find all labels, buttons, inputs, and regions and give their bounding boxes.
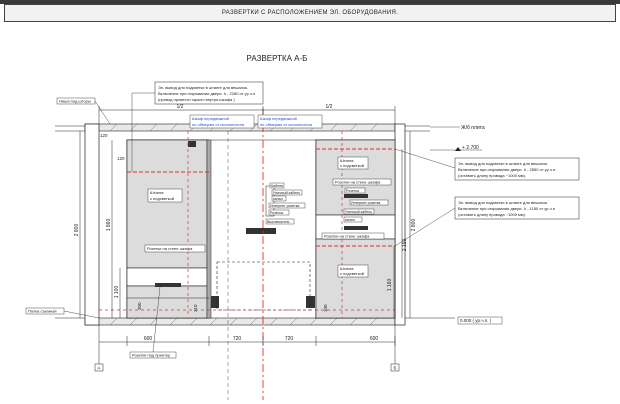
- svg-text:Шкаф передвижной: Шкаф передвижной: [192, 116, 229, 121]
- dim-mark-5: 100: [323, 304, 328, 312]
- svg-text:с подсветкой: с подсветкой: [340, 271, 364, 276]
- svg-text:Уличный кабель: Уличный кабель: [273, 191, 300, 195]
- note-right-1: Эл. вывод для подсветки в штанге для веш…: [394, 148, 580, 181]
- svg-text:Розетка: Розетка: [346, 189, 359, 193]
- dim-bottom-4: 600: [370, 336, 379, 342]
- dim-half-left: 1/2: [177, 104, 184, 110]
- svg-text:с подсветкой: с подсветкой: [340, 163, 364, 168]
- printer-sockets: [155, 283, 181, 287]
- wardrobe-left-caption: Шкаф передвижной по обмерам от исполните…: [189, 114, 255, 129]
- svg-text:Шкаф передвижной: Шкаф передвижной: [260, 116, 297, 121]
- center-cable-labels: Кабели Уличный кабель канал Интернет роз…: [265, 182, 306, 225]
- wardrobe-right-caption: Шкаф передвижной по обмерам от исполните…: [257, 114, 323, 129]
- svg-text:канал: канал: [345, 218, 355, 222]
- svg-text:Розетки на стене шкафа: Розетки на стене шкафа: [335, 180, 381, 185]
- svg-text:Эл. вывод для подсветки в штан: Эл. вывод для подсветки в штанге для веш…: [458, 200, 548, 205]
- dim-mark-4: 300: [137, 302, 142, 310]
- level-zero-label: 0.000 ( ур.ч.п. ): [457, 316, 503, 325]
- svg-text:0.000 ( ур.ч.п. ): 0.000 ( ур.ч.п. ): [460, 318, 492, 323]
- svg-text:Ниша под шторы: Ниша под шторы: [59, 99, 91, 104]
- wardrobe-socket-right-mid-label: Розетки на стене шкафа: [321, 232, 385, 240]
- svg-text:(оставить длину провода ~1000: (оставить длину провода ~1000 мм).: [458, 173, 526, 178]
- svg-text:канал: канал: [273, 197, 283, 201]
- dim-left-3: 1 100: [114, 286, 120, 299]
- elevation-drawing: РАЗВЕРТКА А-Б 1/2 1/2 600 720 720 600 2 …: [25, 54, 580, 400]
- svg-text:Б: Б: [394, 366, 397, 371]
- svg-text:Выключатель: Выключатель: [267, 220, 290, 224]
- dim-half-right: 1/2: [326, 104, 333, 110]
- svg-text:Включение при открывании двери: Включение при открывании двери. h - 2850…: [458, 167, 555, 172]
- dim-left-1: 2 800: [74, 224, 80, 237]
- svg-text:по обмерам от исполнителя: по обмерам от исполнителя: [192, 122, 244, 127]
- svg-text:(оставить длину провода ~1000: (оставить длину провода ~1000 мм).: [458, 212, 526, 217]
- svg-text:Уличный кабель: Уличный кабель: [345, 210, 372, 214]
- level-top-label: + 2.700: [430, 145, 482, 151]
- ceiling-niche-label: Ниша под шторы: [56, 97, 111, 125]
- dim-right-3: 1 160: [387, 279, 393, 292]
- axis-bubble-left: А: [94, 325, 104, 372]
- svg-text:Кабели: Кабели: [271, 184, 283, 188]
- svg-text:Включение при открывании двери: Включение при открывании двери. h - 2280…: [158, 91, 255, 96]
- svg-text:Розетки под принтер: Розетки под принтер: [132, 353, 171, 358]
- svg-text:Розетки на стене шкафа: Розетки на стене шкафа: [324, 234, 370, 239]
- svg-text:Интернет розетка: Интернет розетка: [351, 201, 380, 205]
- svg-text:(провод провести скрыто внутри: (провод провести скрыто внутри шкафа ): [158, 97, 235, 102]
- dim-mark-3: 310: [193, 304, 198, 312]
- svg-text:Эл. вывод для подсветки в штан: Эл. вывод для подсветки в штанге для веш…: [458, 161, 548, 166]
- sheet-title: РАЗВЕРТКА А-Б: [247, 54, 308, 63]
- svg-text:Интернет розетка: Интернет розетка: [270, 204, 299, 208]
- note-right-2: Эл. вывод для подсветки в штанге для веш…: [394, 196, 580, 247]
- wardrobe-socket-left-label: Розетки на стене шкафа: [144, 244, 206, 253]
- svg-text:Полка съемная: Полка съемная: [28, 309, 57, 314]
- dim-mark-1: 120: [117, 156, 125, 161]
- floor-slab-label: Ж/б плита: [430, 125, 485, 131]
- svg-text:Включение при открывании двери: Включение при открывании двери. h - 1180…: [458, 206, 555, 211]
- svg-text:Эл. вывод для подсветки в штан: Эл. вывод для подсветки в штанге для веш…: [158, 85, 248, 90]
- wardrobe-socket-right-top-label: Розетки на стене шкафа: [332, 178, 392, 186]
- dim-left-2: 1 860: [106, 219, 112, 232]
- svg-text:по обмерам от исполнителя: по обмерам от исполнителя: [260, 122, 312, 127]
- rod-left-label: Штанга с подсветкой: [147, 188, 183, 203]
- desk-outline: [216, 261, 311, 311]
- svg-text:с подсветкой: с подсветкой: [150, 196, 174, 201]
- dim-mark-2: 120: [100, 133, 108, 138]
- svg-text:Розетка: Розетка: [270, 211, 283, 215]
- svg-text:А: А: [97, 366, 100, 371]
- floor-slab: [84, 317, 396, 326]
- cable-sockets: [246, 228, 276, 234]
- dim-right-1: 2 800: [411, 219, 417, 232]
- svg-text:Штанга: Штанга: [150, 190, 164, 195]
- dim-bottom-2: 720: [233, 336, 242, 342]
- svg-text:Розетки на стене шкафа: Розетки на стене шкафа: [147, 246, 193, 251]
- left-wall: [84, 123, 100, 326]
- rod-right-bottom-label: Штанга с подсветкой: [337, 264, 369, 278]
- right-wall: [394, 123, 406, 326]
- rod-right-top-label: Штанга с подсветкой: [337, 156, 369, 170]
- svg-text:Ж/б плита: Ж/б плита: [461, 125, 485, 131]
- dim-bottom-3: 720: [285, 336, 294, 342]
- axis-bubble-right: Б: [390, 325, 400, 372]
- dim-right-2: 2 150: [402, 239, 408, 252]
- dim-bottom-1: 600: [144, 336, 153, 342]
